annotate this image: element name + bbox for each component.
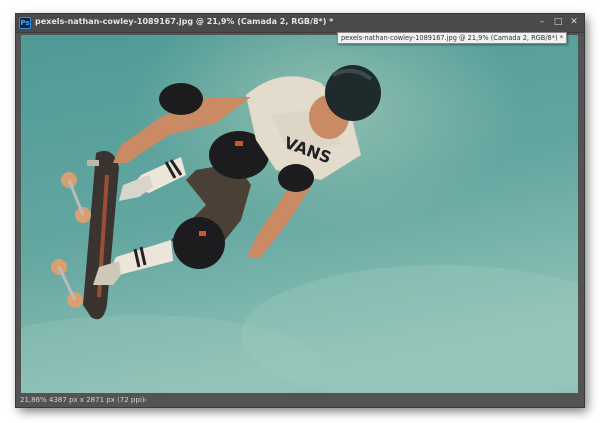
document-info: 4387 px x 2871 px (72 ppi) [49, 396, 145, 404]
close-button[interactable]: ✕ [566, 15, 582, 30]
document-title-bar[interactable]: Ps pexels-nathan-cowley-1089167.jpg @ 21… [16, 14, 584, 33]
elbow-pad-right [278, 164, 314, 192]
minimize-button[interactable]: – [534, 15, 550, 30]
document-window: Ps pexels-nathan-cowley-1089167.jpg @ 21… [16, 14, 584, 407]
document-canvas[interactable]: VANS [21, 35, 578, 393]
window-controls: – □ ✕ [534, 15, 582, 30]
zoom-level[interactable]: 21,86% [20, 394, 47, 407]
status-bar: 21,86% 4387 px x 2871 px (72 ppi) › [16, 394, 584, 407]
photoshop-document-icon: Ps [19, 17, 31, 29]
knee-pad-lower [173, 217, 225, 269]
skateboarder-photo: VANS [21, 35, 578, 393]
status-menu-arrow-icon[interactable]: › [144, 394, 147, 407]
document-title: pexels-nathan-cowley-1089167.jpg @ 21,9%… [35, 17, 334, 26]
maximize-button[interactable]: □ [550, 15, 566, 30]
elbow-pad-left [159, 83, 203, 115]
title-tooltip: pexels-nathan-cowley-1089167.jpg @ 21,9%… [337, 32, 567, 44]
